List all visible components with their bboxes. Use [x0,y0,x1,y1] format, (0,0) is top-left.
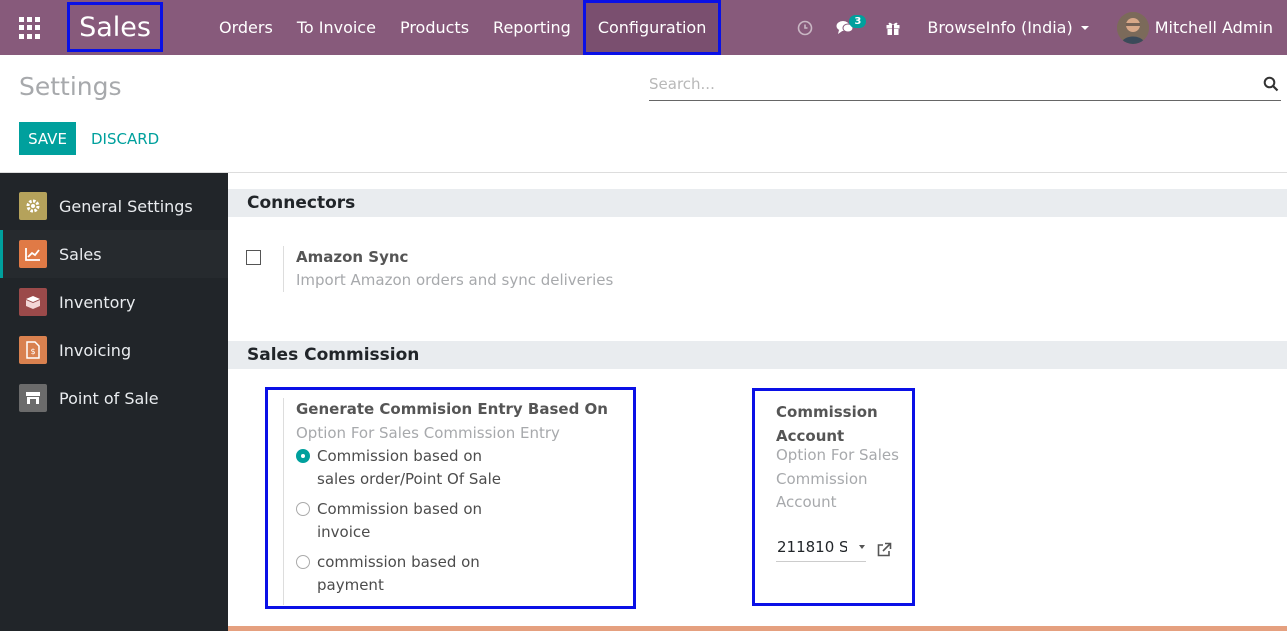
sidebar-item-general-settings[interactable]: General Settings [0,182,228,230]
radio-label-line: Commission based on [317,447,483,465]
amazon-sync-checkbox[interactable] [246,250,261,265]
section-heading-sales-commission: Sales Commission [228,341,1287,369]
external-link-icon[interactable] [876,542,892,558]
top-navbar: Sales Orders To Invoice Products Reporti… [0,0,1287,55]
store-icon [19,384,47,412]
commission-entry-title: Generate Commision Entry Based On [296,400,608,418]
radio-payment[interactable] [296,555,310,569]
radio-label-line: sales order/Point Of Sale [317,470,502,488]
radio-sales-order[interactable] [296,449,310,463]
search-bar [649,70,1281,101]
apps-menu-icon[interactable] [19,17,41,39]
commission-account-title: Commission Account [776,400,878,448]
activity-clock-icon[interactable] [785,0,825,55]
settings-content: Connectors Amazon Sync Import Amazon ord… [228,173,1287,631]
radio-label-line: Commission based on [317,500,483,518]
menu-orders[interactable]: Orders [207,0,285,55]
commission-account-select[interactable]: 211810 S [776,536,866,562]
sidebar-item-label: Invoicing [59,340,132,360]
amazon-sync-description: Import Amazon orders and sync deliveries [296,271,614,289]
systray: 3 BrowseInfo (India) Mitchell Admin [785,0,1287,55]
commission-account-value: 211810 S [777,538,847,556]
sidebar-item-point-of-sale[interactable]: Point of Sale [0,374,228,422]
company-switcher[interactable]: BrowseInfo (India) [913,18,1100,37]
sidebar-item-label: Point of Sale [59,388,159,408]
menu-to-invoice[interactable]: To Invoice [285,0,388,55]
company-name: BrowseInfo (India) [927,18,1073,37]
radio-invoice-label[interactable]: Commission based on invoice [317,498,482,544]
divider [283,398,284,605]
radio-label-line: invoice [317,523,371,541]
save-button[interactable]: SAVE [19,122,76,155]
menu-reporting[interactable]: Reporting [481,0,583,55]
radio-label-line: commission based on [317,553,480,571]
desc-line: Option For Sales [776,446,899,464]
sidebar-item-label: General Settings [59,196,193,216]
sidebar-item-sales[interactable]: Sales [0,230,228,278]
sidebar-item-inventory[interactable]: Inventory [0,278,228,326]
desc-line: Account [776,493,837,511]
avatar [1116,11,1149,44]
commission-entry-description: Option For Sales Commission Entry [296,424,560,442]
user-name: Mitchell Admin [1154,18,1273,37]
sidebar-item-label: Inventory [59,292,136,312]
radio-sales-order-label[interactable]: Commission based on sales order/Point Of… [317,445,501,491]
radio-invoice[interactable] [296,502,310,516]
chat-count-badge: 3 [849,15,867,28]
app-brand[interactable]: Sales [67,2,163,52]
menu-products[interactable]: Products [388,0,481,55]
page-title: Settings [19,72,122,101]
desc-line: Commission [776,469,868,488]
main-menu: Orders To Invoice Products Reporting Con… [207,0,722,55]
menu-configuration[interactable]: Configuration [582,0,722,55]
amazon-sync-title: Amazon Sync [296,248,409,266]
search-icon[interactable] [1263,76,1279,92]
invoice-icon: $ [19,336,47,364]
gear-icon [19,192,47,220]
settings-sidebar: General Settings Sales Inventory $ Invoi… [0,173,228,631]
chevron-down-icon [1080,25,1089,30]
sidebar-item-label: Sales [59,244,102,264]
search-input[interactable] [649,70,1249,98]
divider [283,246,284,292]
chevron-down-icon [859,545,865,549]
radio-label-line: payment [317,576,384,594]
radio-payment-label[interactable]: commission based on payment [317,551,480,597]
box-icon [19,288,47,316]
svg-text:$: $ [30,347,35,356]
gift-icon[interactable] [873,0,913,55]
title-line: Commission [776,403,878,421]
messaging-chat-icon[interactable]: 3 [825,0,867,55]
discard-button[interactable]: DISCARD [91,122,159,155]
user-menu[interactable]: Mitchell Admin [1101,11,1287,44]
section-heading-connectors: Connectors [228,189,1287,217]
sales-chart-icon [19,240,47,268]
bottom-accent-bar [228,626,1287,631]
sidebar-item-invoicing[interactable]: $ Invoicing [0,326,228,374]
commission-account-description: Option For Sales Commission Account [776,444,899,515]
